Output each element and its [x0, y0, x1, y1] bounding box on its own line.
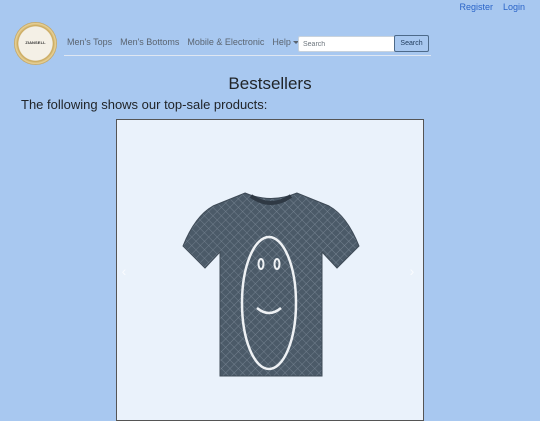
logo-text: ZIANSELL [25, 40, 46, 45]
chevron-right-icon[interactable]: › [405, 263, 419, 279]
bestseller-carousel: ‹ › [116, 119, 424, 421]
login-link[interactable]: Login [503, 2, 525, 12]
nav-item-help-label: Help [272, 37, 291, 47]
tshirt-image[interactable] [179, 190, 363, 378]
search-input[interactable] [298, 36, 398, 52]
intro-text: The following shows our top-sale product… [21, 97, 268, 112]
brand-logo[interactable]: ZIANSELL [14, 22, 57, 65]
nav-item-mobile-electronic[interactable]: Mobile & Electronic [187, 37, 264, 47]
page-title: Bestsellers [228, 74, 312, 93]
auth-links: Register Login [459, 2, 525, 12]
nav-divider [64, 55, 431, 56]
nav-item-help-dropdown[interactable]: Help [272, 37, 299, 47]
search-button[interactable]: Search [394, 35, 429, 52]
main-nav: Men's Tops Men's Bottoms Mobile & Electr… [67, 37, 299, 47]
nav-item-mens-tops[interactable]: Men's Tops [67, 37, 112, 47]
nav-item-mens-bottoms[interactable]: Men's Bottoms [120, 37, 179, 47]
chevron-left-icon[interactable]: ‹ [117, 263, 131, 279]
register-link[interactable]: Register [459, 2, 493, 12]
